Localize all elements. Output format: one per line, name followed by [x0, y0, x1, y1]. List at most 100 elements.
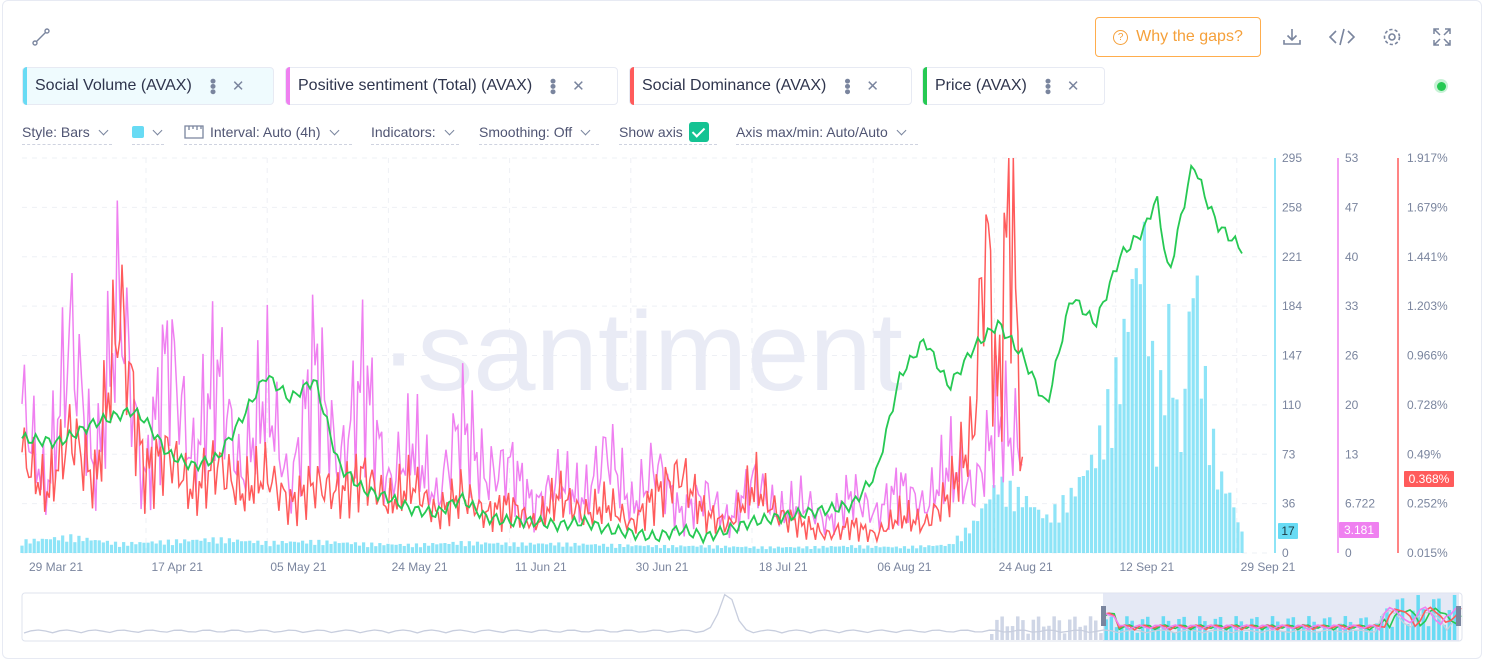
axis-maxmin-label: Axis max/min: Auto/Auto [736, 124, 888, 140]
social-volume-bar [390, 544, 394, 553]
navigator-bar [1057, 620, 1062, 640]
social-volume-bar [1216, 489, 1220, 553]
x-tick-label: 30 Jun 21 [636, 560, 689, 574]
axis-tick-label: 40 [1345, 250, 1359, 264]
social-volume-bar [703, 547, 707, 553]
social-volume-bar [264, 540, 268, 553]
show-axis-toggle[interactable]: Show axis [619, 120, 717, 145]
social-volume-bar [1033, 507, 1037, 553]
social-volume-bar [191, 539, 195, 553]
social-volume-bar [662, 544, 667, 553]
fullscreen-icon[interactable] [1430, 25, 1454, 49]
social-volume-bar [866, 545, 870, 553]
metric-label: Social Volume (AVAX) [35, 77, 192, 94]
axis-tick-label: 258 [1282, 200, 1302, 214]
close-icon[interactable]: ✕ [572, 77, 585, 95]
social-volume-bar [1155, 466, 1159, 553]
social-volume-bar [809, 548, 813, 553]
social-volume-bar [1102, 459, 1106, 553]
social-volume-bar [756, 548, 760, 553]
social-volume-bar [370, 542, 374, 553]
color-dropdown[interactable] [132, 120, 164, 145]
social-volume-bar [447, 543, 451, 553]
social-volume-bar [992, 485, 996, 553]
metric-chip-price[interactable]: Price (AVAX) ••• ✕ [922, 67, 1105, 105]
social-volume-bar [923, 547, 927, 553]
social-volume-bar [1150, 340, 1155, 553]
more-options-icon[interactable]: ••• [203, 78, 223, 94]
navigator[interactable] [21, 592, 1463, 642]
navigator-bar [1083, 625, 1088, 640]
social-volume-bar [325, 540, 329, 553]
navigator-bar [1172, 632, 1176, 640]
style-dropdown[interactable]: Style: Bars [22, 120, 112, 145]
close-icon[interactable]: ✕ [1067, 77, 1080, 95]
checkbox-checked-icon[interactable] [688, 122, 709, 142]
social-volume-bar [122, 542, 126, 553]
embed-code-icon[interactable] [1328, 25, 1356, 49]
axis-tick-label: 33 [1345, 299, 1359, 313]
axis-maxmin-dropdown[interactable]: Axis max/min: Auto/Auto [736, 120, 918, 145]
axis-tick-label: 0.966% [1407, 349, 1448, 363]
navigator-bar [1140, 619, 1145, 640]
social-volume-bar [667, 548, 671, 553]
social-volume-bar [1000, 476, 1004, 553]
more-options-icon[interactable]: ••• [543, 78, 563, 94]
navigator-bar [1036, 616, 1041, 640]
social-volume-bar [882, 546, 886, 553]
why-the-gaps-button[interactable]: ? Why the gaps? [1095, 17, 1261, 57]
social-volume-bar [44, 539, 48, 553]
social-volume-bar [268, 546, 272, 553]
social-volume-bar [671, 545, 675, 553]
navigator-bar [1369, 629, 1374, 640]
navigator-bar [1250, 618, 1254, 640]
social-volume-bar [638, 545, 642, 553]
live-status-icon [1434, 79, 1448, 93]
navigator-bar [1068, 619, 1072, 640]
social-volume-bar [699, 545, 703, 553]
social-volume-bar [418, 547, 423, 553]
social-volume-bar [504, 542, 508, 553]
social-volume-bar [972, 520, 976, 553]
settings-gear-icon[interactable] [1380, 25, 1404, 49]
metric-chip-positive-sentiment[interactable]: Positive sentiment (Total) (AVAX) ••• ✕ [285, 67, 618, 105]
social-volume-bar [1138, 284, 1142, 553]
social-volume-bar [1098, 425, 1102, 553]
social-volume-bar [732, 546, 736, 553]
social-volume-bar [622, 547, 626, 553]
interval-label: Interval: Auto (4h) [210, 124, 321, 140]
close-icon[interactable]: ✕ [232, 77, 245, 95]
social-volume-bar [1134, 268, 1138, 553]
social-volume-bar [1057, 522, 1061, 553]
social-volume-bar [1211, 428, 1216, 553]
social-volume-bar [187, 541, 191, 553]
social-volume-bar [528, 542, 532, 553]
chart-canvas[interactable]: ·santiment 295 258 221 184 147 110 73 36 0 17 53 47… [0, 150, 1485, 661]
social-volume-bar [431, 543, 435, 553]
social-volume-bar [691, 545, 695, 553]
social-volume-bar [89, 540, 93, 553]
social-volume-bar [1012, 511, 1016, 553]
axis-tick-label: 1.203% [1407, 299, 1448, 313]
close-icon[interactable]: ✕ [866, 77, 879, 95]
metric-chip-social-dominance[interactable]: Social Dominance (AVAX) ••• ✕ [629, 67, 912, 105]
social-volume-bar [715, 545, 719, 553]
more-options-icon[interactable]: ••• [837, 78, 857, 94]
social-volume-bar [240, 541, 244, 553]
navigator-bar [1062, 633, 1067, 640]
social-volume-bar [317, 539, 321, 553]
download-icon[interactable] [1280, 25, 1304, 49]
social-volume-bar [118, 546, 122, 553]
social-volume-bar [48, 539, 53, 553]
interval-dropdown[interactable]: Interval: Auto (4h) [184, 120, 352, 145]
social-volume-bar [658, 548, 663, 553]
social-volume-bar [845, 547, 850, 553]
metric-chip-social-volume[interactable]: Social Volume (AVAX) ••• ✕ [22, 67, 274, 105]
social-volume-bar [1085, 470, 1090, 553]
metric-color-bar [286, 67, 290, 105]
smoothing-dropdown[interactable]: Smoothing: Off [479, 120, 599, 145]
connect-icon[interactable] [30, 26, 52, 48]
indicators-dropdown[interactable]: Indicators: [371, 120, 459, 145]
social-volume-bar [1191, 298, 1195, 553]
more-options-icon[interactable]: ••• [1038, 78, 1058, 94]
